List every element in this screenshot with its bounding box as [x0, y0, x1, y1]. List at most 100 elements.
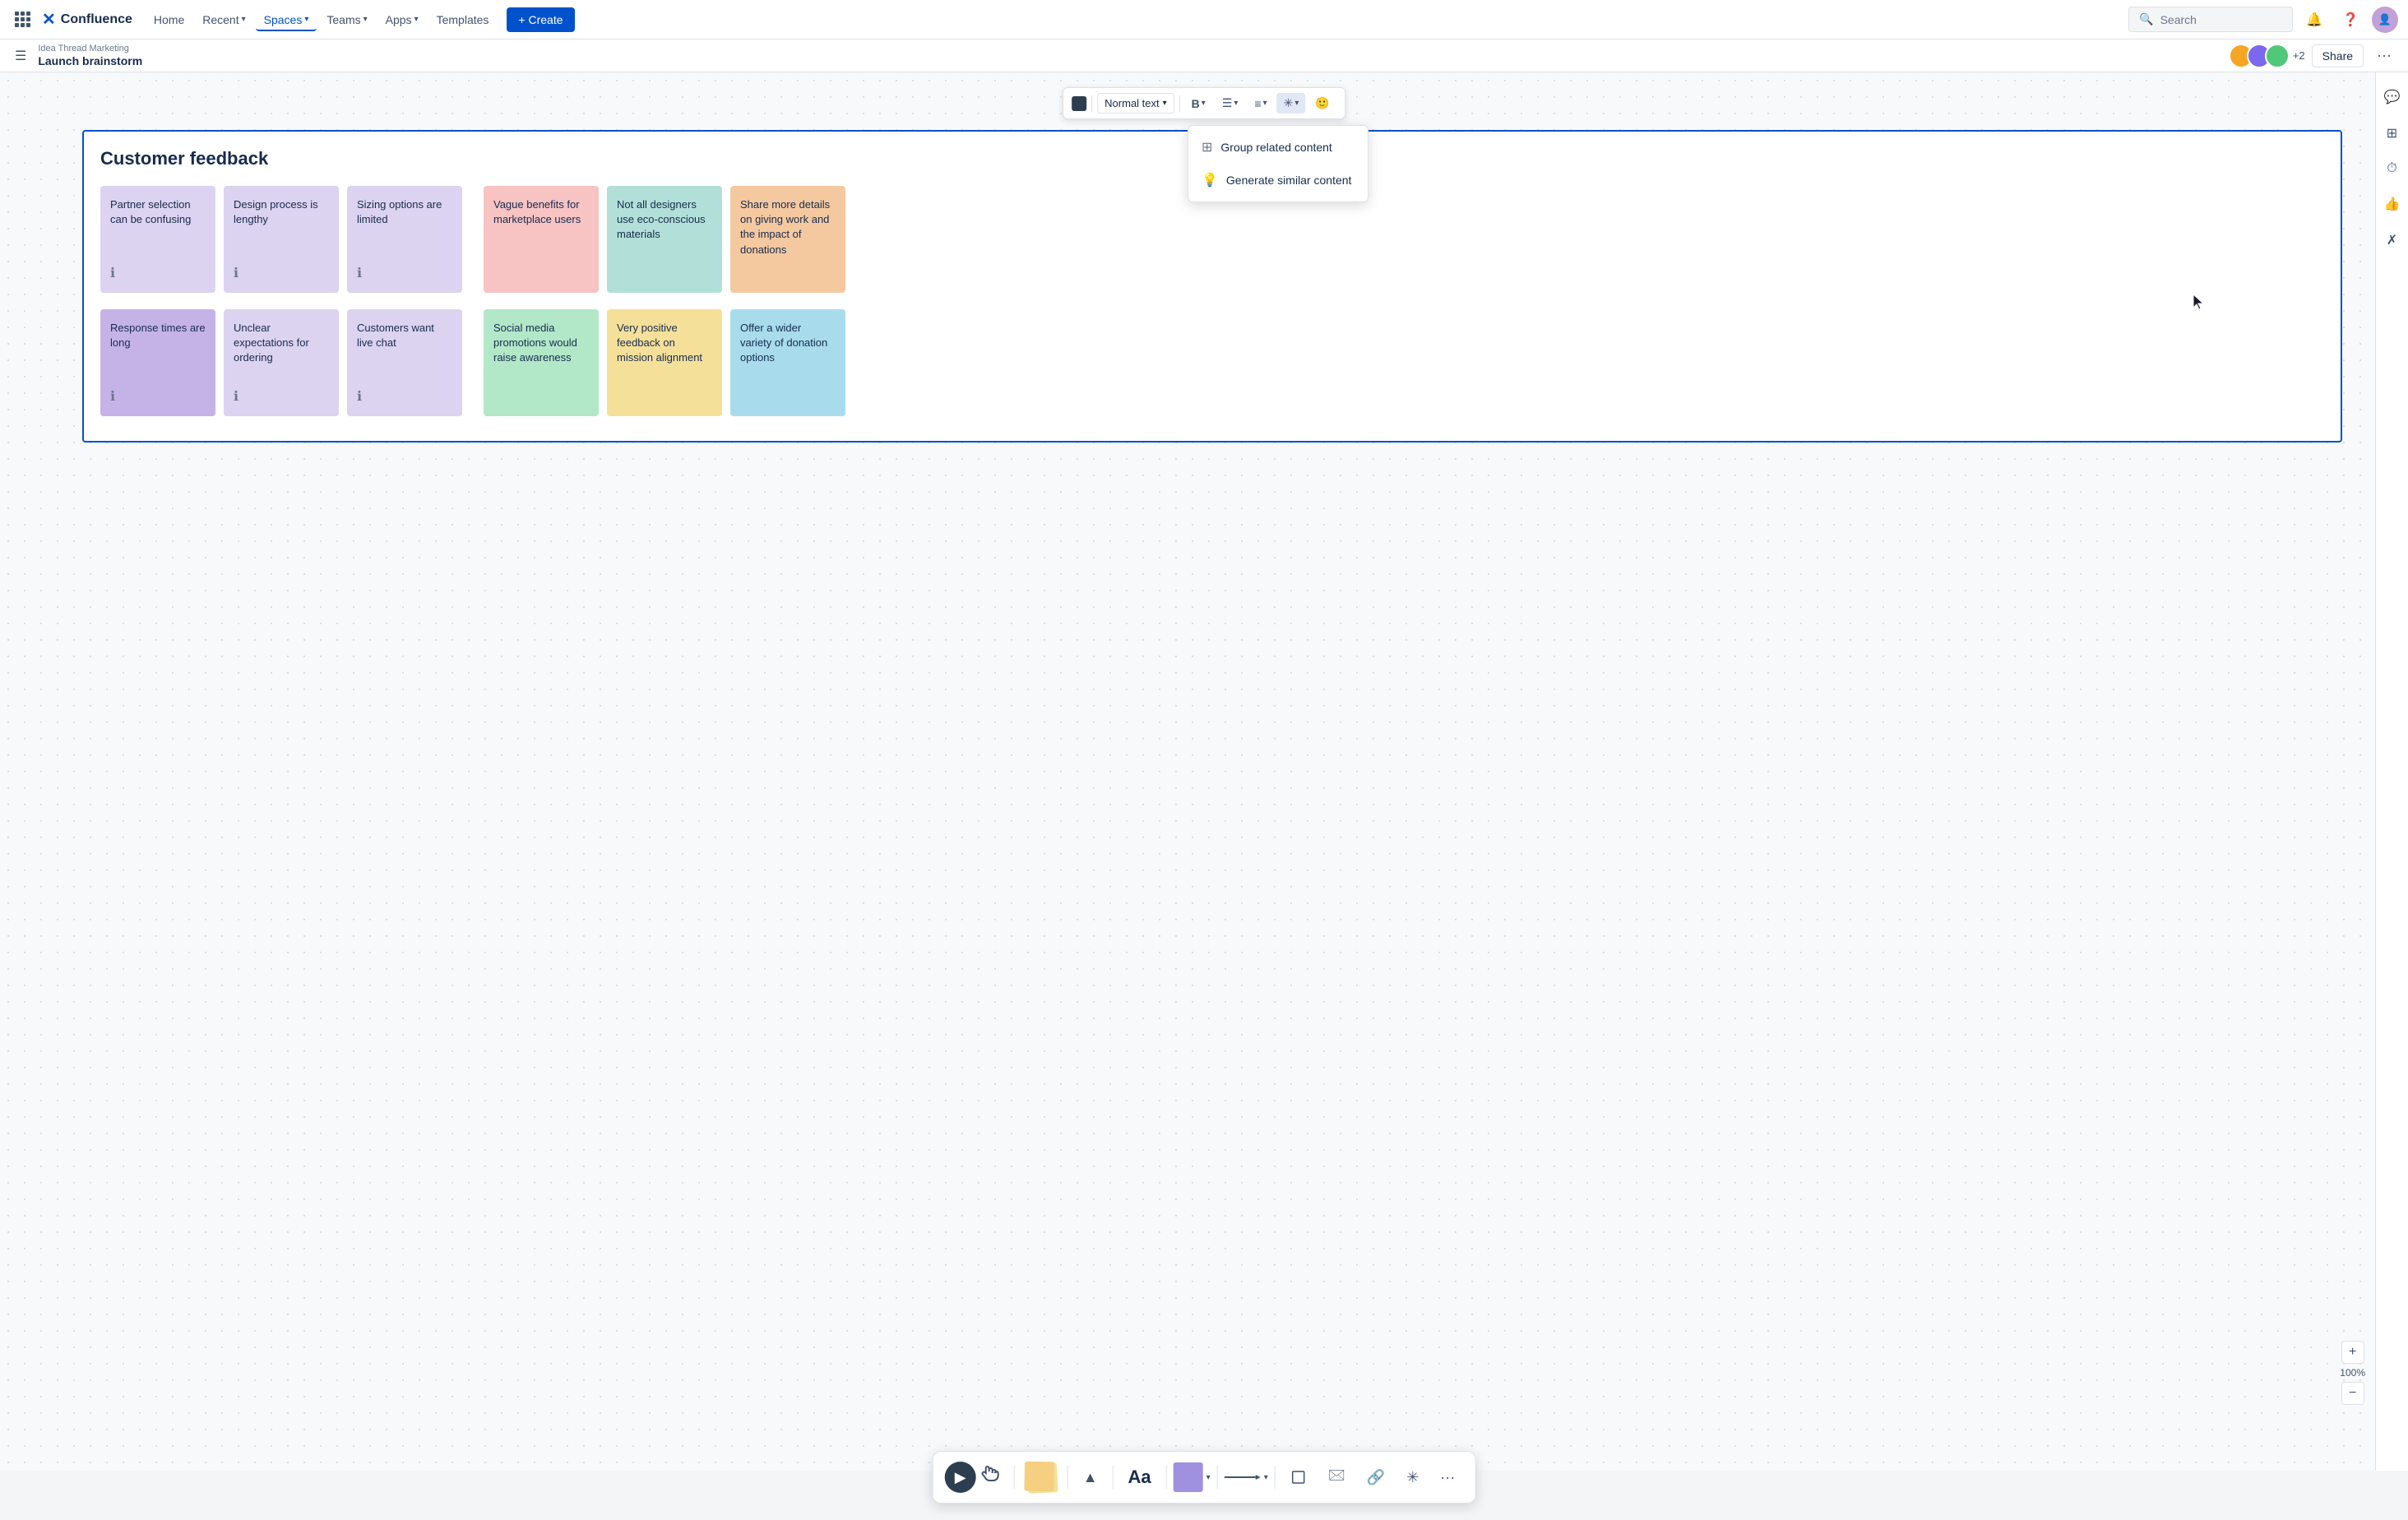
nav-teams[interactable]: Teams▾ — [318, 8, 375, 31]
sticky-text: Share more details on giving work and th… — [740, 197, 836, 257]
info-icon: ℹ — [234, 265, 329, 281]
generate-icon: 💡 — [1202, 172, 1218, 188]
nav-recent[interactable]: Recent▾ — [194, 8, 253, 31]
logo-text: Confluence — [61, 12, 132, 27]
text-tool[interactable]: Aa — [1120, 1460, 1160, 1495]
sidebar-toggle[interactable]: ☰ — [10, 43, 31, 69]
logo-icon: ✕ — [42, 9, 56, 30]
collaborator-avatar-3[interactable] — [2265, 44, 2290, 68]
share-button[interactable]: Share — [2312, 44, 2364, 67]
grid-icon — [15, 12, 30, 27]
sticky-text: Customers want live chat — [357, 321, 452, 350]
more-options-button[interactable]: ··· — [2370, 43, 2398, 68]
ai-dropdown-menu: ⊞ Group related content 💡 Generate simil… — [1188, 125, 1368, 202]
hand-tool[interactable] — [981, 1464, 1007, 1490]
breadcrumb: Idea Thread Marketing Launch brainstorm — [38, 44, 142, 67]
sticky-mission-alignment[interactable]: Very positive feedback on mission alignm… — [607, 309, 722, 416]
sticky-sizing-options[interactable]: Sizing options are limited ℹ — [347, 186, 462, 293]
sticky-social-media[interactable]: Social media promotions would raise awar… — [484, 309, 599, 416]
sticky-text: Response times are long — [110, 321, 206, 350]
color-picker[interactable] — [1072, 96, 1086, 111]
sticky-text: Offer a wider variety of donation option… — [740, 321, 836, 366]
bold-button[interactable]: B▾ — [1185, 94, 1212, 114]
sticky-text: Vague benefits for marketplace users — [493, 197, 589, 227]
group-content-item[interactable]: ⊞ Group related content — [1188, 131, 1368, 164]
sticky-text: Sizing options are limited — [357, 197, 452, 227]
canvas-area[interactable]: Normal text ▾ B▾ ☰▾ ≡▾ ✳▾ 🙂 ⊞ Group rela… — [0, 72, 2408, 1471]
sticky-unclear-expectations[interactable]: Unclear expectations for ordering ℹ — [224, 309, 339, 416]
avatar[interactable]: 👤 — [2372, 7, 2398, 33]
top-navigation: ✕ Confluence Home Recent▾ Spaces▾ Teams▾… — [0, 0, 2408, 39]
nav-links: Home Recent▾ Spaces▾ Teams▾ Apps▾ Templa… — [146, 8, 498, 31]
grid-menu-button[interactable] — [10, 7, 35, 32]
zoom-out-button[interactable]: − — [2341, 1382, 2364, 1405]
sticky-text: Not all designers use eco-conscious mate… — [617, 197, 712, 243]
sticky-giving-work[interactable]: Share more details on giving work and th… — [730, 186, 845, 293]
right-sidebar: 💬 ⊞ ⏱ 👍 ✗ — [2375, 72, 2408, 1471]
sticky-text: Unclear expectations for ordering — [234, 321, 329, 366]
shape-tool[interactable]: ▾ — [1174, 1462, 1211, 1492]
zoom-level: 100% — [2340, 1367, 2365, 1379]
sticky-partner-selection[interactable]: Partner selection can be confusing ℹ — [100, 186, 215, 293]
info-icon: ℹ — [357, 265, 452, 281]
sticky-note-tool[interactable] — [1021, 1462, 1061, 1493]
stickies-row1: Partner selection can be confusing ℹ Des… — [100, 186, 462, 293]
nav-right: 🔍 Search 🔔 ❓ 👤 — [2128, 5, 2398, 35]
sticky-vague-benefits[interactable]: Vague benefits for marketplace users — [484, 186, 599, 293]
nav-home[interactable]: Home — [146, 8, 192, 31]
stickies-right-row2: Social media promotions would raise awar… — [484, 309, 845, 416]
nav-apps[interactable]: Apps▾ — [377, 8, 427, 31]
more-tool[interactable]: ··· — [1432, 1462, 1463, 1493]
notifications-button[interactable]: 🔔 — [2299, 5, 2329, 35]
ai-button[interactable]: ✳▾ — [1277, 93, 1306, 114]
play-button[interactable]: ▶ — [945, 1462, 976, 1493]
nav-templates[interactable]: Templates — [428, 8, 498, 31]
sticky-response-times[interactable]: Response times are long ℹ — [100, 309, 215, 416]
sticky-text: Very positive feedback on mission alignm… — [617, 321, 712, 366]
search-box[interactable]: 🔍 Search — [2128, 7, 2293, 32]
ai-tool[interactable]: ✳ — [1398, 1462, 1427, 1493]
divider5 — [1217, 1466, 1218, 1489]
cross-tool[interactable]: ✗ — [2380, 225, 2404, 255]
collaborator-avatars: +2 — [2229, 44, 2305, 68]
text-style-select[interactable]: Normal text ▾ — [1097, 93, 1174, 114]
nav-spaces[interactable]: Spaces▾ — [256, 8, 317, 31]
emoji-button[interactable]: 🙂 — [1308, 93, 1336, 114]
divider4 — [1166, 1466, 1167, 1489]
line-tool[interactable]: ▾ — [1225, 1472, 1268, 1482]
align-button[interactable]: ≡▾ — [1248, 94, 1273, 114]
divider — [1091, 95, 1092, 112]
search-placeholder: Search — [2160, 13, 2197, 26]
stickies-row2: Response times are long ℹ Unclear expect… — [100, 309, 462, 416]
sticky-eco-materials[interactable]: Not all designers use eco-conscious mate… — [607, 186, 722, 293]
divider — [1014, 1466, 1015, 1489]
search-icon: 🔍 — [2139, 12, 2153, 26]
comment-tool[interactable]: 💬 — [2378, 82, 2407, 112]
avatar-count: +2 — [2293, 49, 2305, 62]
vote-tool[interactable]: 👍 — [2378, 189, 2407, 219]
sec-right: +2 Share ··· — [2229, 43, 2398, 68]
stamp-tool[interactable]: 🖂 — [1320, 1458, 1354, 1496]
breadcrumb-current: Launch brainstorm — [38, 54, 142, 67]
eraser-tool[interactable]: ▲ — [1075, 1462, 1106, 1493]
zoom-in-button[interactable]: + — [2341, 1341, 2364, 1364]
shape-icon — [1174, 1462, 1203, 1492]
sticky-text: Partner selection can be confusing — [110, 197, 206, 227]
create-button[interactable]: + Create — [507, 7, 574, 32]
frame-tool[interactable] — [1282, 1462, 1315, 1492]
sticky-text: Social media promotions would raise awar… — [493, 321, 589, 366]
table-tool[interactable]: ⊞ — [2380, 118, 2404, 148]
help-button[interactable]: ❓ — [2336, 5, 2365, 35]
formatting-toolbar: Normal text ▾ B▾ ☰▾ ≡▾ ✳▾ 🙂 — [1063, 87, 1345, 119]
sticky-live-chat[interactable]: Customers want live chat ℹ — [347, 309, 462, 416]
link-tool[interactable]: 🔗 — [1359, 1462, 1393, 1493]
sticky-text: Design process is lengthy — [234, 197, 329, 227]
bottom-toolbar: ▶ ▲ Aa ▾ ▾ 🖂 🔗 ✳ ··· — [933, 1451, 1476, 1504]
logo[interactable]: ✕ Confluence — [42, 9, 132, 30]
secondary-navigation: ☰ Idea Thread Marketing Launch brainstor… — [0, 39, 2408, 72]
generate-content-item[interactable]: 💡 Generate similar content — [1188, 164, 1368, 197]
sticky-donation-options[interactable]: Offer a wider variety of donation option… — [730, 309, 845, 416]
list-button[interactable]: ☰▾ — [1216, 93, 1245, 114]
sticky-design-process[interactable]: Design process is lengthy ℹ — [224, 186, 339, 293]
timer-tool[interactable]: ⏱ — [2380, 155, 2403, 183]
